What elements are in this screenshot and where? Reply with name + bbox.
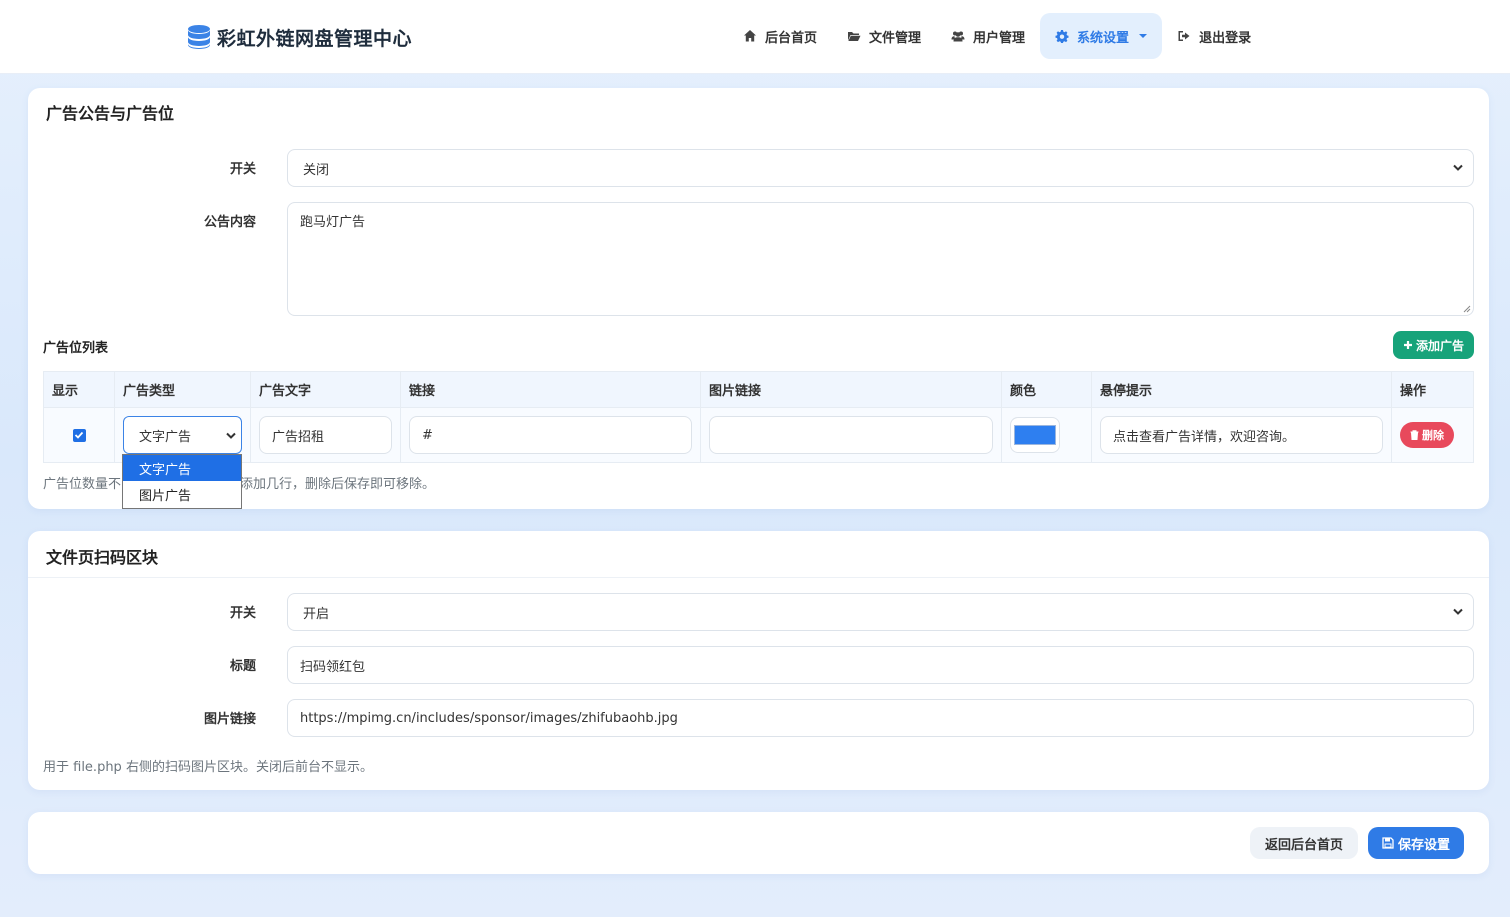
show-checkbox[interactable] [72, 428, 86, 442]
ad-tooltip-value: 点击查看广告详情，欢迎咨询。 [1113, 429, 1296, 445]
notice-value: 跑马灯广告 [300, 215, 366, 230]
ad-help-suffix: 添加几行，删除后保存即可移除。 [240, 477, 436, 492]
qr-help-text: 用于 file.php 右侧的扫码图片区块。关闭后前台不显示。 [43, 760, 373, 775]
ad-switch-label: 开关 [229, 162, 256, 177]
database-icon [188, 25, 210, 49]
column-header: 广告类型 [114, 371, 251, 408]
qr-title-input[interactable]: 扫码领红包 [287, 646, 1474, 684]
ad-panel: 广告公告与广告位 开关 关闭 公告内容 跑马灯广告 广告位列表 添加广告 显示 … [28, 88, 1489, 509]
column-header: 广告文字 [250, 371, 401, 408]
save-settings-button[interactable]: 保存设置 [1368, 827, 1464, 859]
qr-switch-value: 开启 [303, 606, 330, 622]
home-icon [744, 30, 756, 42]
qr-title-value: 扫码领红包 [300, 659, 366, 675]
nav-item-files[interactable]: 文件管理 [832, 13, 936, 59]
notice-label: 公告内容 [203, 215, 256, 230]
users-icon [951, 31, 965, 42]
ad-type-value: 文字广告 [139, 429, 192, 445]
column-header: 链接 [400, 371, 701, 408]
back-home-button[interactable]: 返回后台首页 [1250, 827, 1358, 859]
ad-type-select[interactable]: 文字广告 [123, 416, 242, 454]
column-header: 悬停提示 [1091, 371, 1392, 408]
chevron-down-icon [1453, 608, 1463, 615]
delete-label: 删除 [1422, 429, 1444, 442]
qr-image-value: https://mpimg.cn/includes/sponsor/images… [300, 710, 678, 726]
dropdown-option-image-ad[interactable]: 图片广告 [123, 481, 241, 507]
table-header-row: 显示 广告类型 广告文字 链接 图片链接 颜色 悬停提示 操作 [43, 371, 1474, 408]
gear-icon [1055, 30, 1069, 43]
ad-text-input[interactable]: 广告招租 [259, 416, 392, 454]
column-header: 颜色 [1001, 371, 1092, 408]
check-icon [74, 431, 84, 439]
cell-color [1001, 407, 1092, 463]
ad-switch-select[interactable]: 关闭 [287, 149, 1474, 187]
folder-icon [848, 32, 861, 41]
ad-table: 显示 广告类型 广告文字 链接 图片链接 颜色 悬停提示 操作 文字广告 广告招… [43, 371, 1474, 463]
sign-out-icon [1178, 31, 1190, 41]
chevron-down-icon [1453, 164, 1463, 171]
qr-panel: 文件页扫码区块 开关 开启 标题 扫码领红包 图片链接 https://mpim… [28, 531, 1489, 790]
qr-switch-select[interactable]: 开启 [287, 593, 1474, 631]
ad-help-prefix: 广告位数量不 [43, 477, 122, 492]
actions-panel: 返回后台首页 保存设置 [28, 812, 1489, 874]
top-navbar: 彩虹外链网盘管理中心 后台首页 文件管理 用户管理 系统设置 退出登录 [0, 0, 1510, 74]
save-icon [1382, 837, 1394, 849]
nav-item-label: 文件管理 [869, 30, 922, 46]
ad-switch-value: 关闭 [303, 162, 330, 178]
ad-tooltip-input[interactable]: 点击查看广告详情，欢迎咨询。 [1100, 416, 1383, 454]
trash-icon [1410, 430, 1419, 440]
nav-item-home[interactable]: 后台首页 [728, 13, 832, 59]
save-settings-label: 保存设置 [1397, 837, 1450, 853]
ad-type-dropdown: 文字广告 图片广告 [122, 454, 242, 509]
cell-show [43, 407, 115, 463]
dropdown-option-text-ad[interactable]: 文字广告 [123, 455, 241, 481]
ad-text-value: 广告招租 [272, 429, 325, 445]
color-swatch [1014, 425, 1056, 445]
main-nav: 后台首页 文件管理 用户管理 系统设置 退出登录 [728, 13, 1266, 59]
add-ad-button[interactable]: 添加广告 [1393, 331, 1474, 359]
ad-image-input[interactable] [709, 416, 993, 454]
nav-item-label: 退出登录 [1199, 30, 1252, 46]
resize-grip-icon[interactable] [1463, 305, 1471, 313]
panel-title: 广告公告与广告位 [46, 104, 175, 123]
table-row: 文字广告 广告招租 # 点击查看广告详情，欢迎咨询。 删除 [43, 407, 1474, 463]
nav-item-label: 系统设置 [1077, 30, 1130, 46]
notice-textarea[interactable]: 跑马灯广告 [287, 202, 1474, 316]
nav-item-logout[interactable]: 退出登录 [1162, 13, 1266, 59]
chevron-down-icon [226, 432, 236, 439]
brand-title: 彩虹外链网盘管理中心 [217, 27, 413, 50]
qr-switch-label: 开关 [229, 606, 256, 621]
ad-list-title: 广告位列表 [43, 341, 109, 356]
column-header: 图片链接 [700, 371, 1002, 408]
qr-title-label: 标题 [229, 659, 256, 674]
delete-button[interactable]: 删除 [1400, 422, 1454, 448]
brand[interactable]: 彩虹外链网盘管理中心 [187, 22, 412, 52]
plus-icon [1403, 341, 1412, 349]
caret-down-icon [1139, 34, 1148, 38]
nav-item-label: 后台首页 [765, 30, 818, 46]
color-picker[interactable] [1010, 417, 1060, 453]
nav-item-users[interactable]: 用户管理 [936, 13, 1040, 59]
add-ad-label: 添加广告 [1415, 338, 1464, 353]
cell-link: # [400, 407, 701, 463]
qr-image-input[interactable]: https://mpimg.cn/includes/sponsor/images… [287, 699, 1474, 737]
cell-tooltip: 点击查看广告详情，欢迎咨询。 [1091, 407, 1392, 463]
ad-link-value: # [422, 427, 433, 443]
cell-text: 广告招租 [250, 407, 401, 463]
panel-title: 文件页扫码区块 [46, 548, 159, 567]
ad-link-input[interactable]: # [409, 416, 692, 454]
cell-action: 删除 [1391, 407, 1474, 463]
cell-image [700, 407, 1002, 463]
nav-item-label: 用户管理 [973, 30, 1026, 46]
column-header: 操作 [1391, 371, 1474, 408]
column-header: 显示 [43, 371, 115, 408]
panel-divider [28, 577, 1489, 578]
qr-image-label: 图片链接 [203, 712, 256, 727]
nav-item-settings[interactable]: 系统设置 [1040, 13, 1163, 59]
